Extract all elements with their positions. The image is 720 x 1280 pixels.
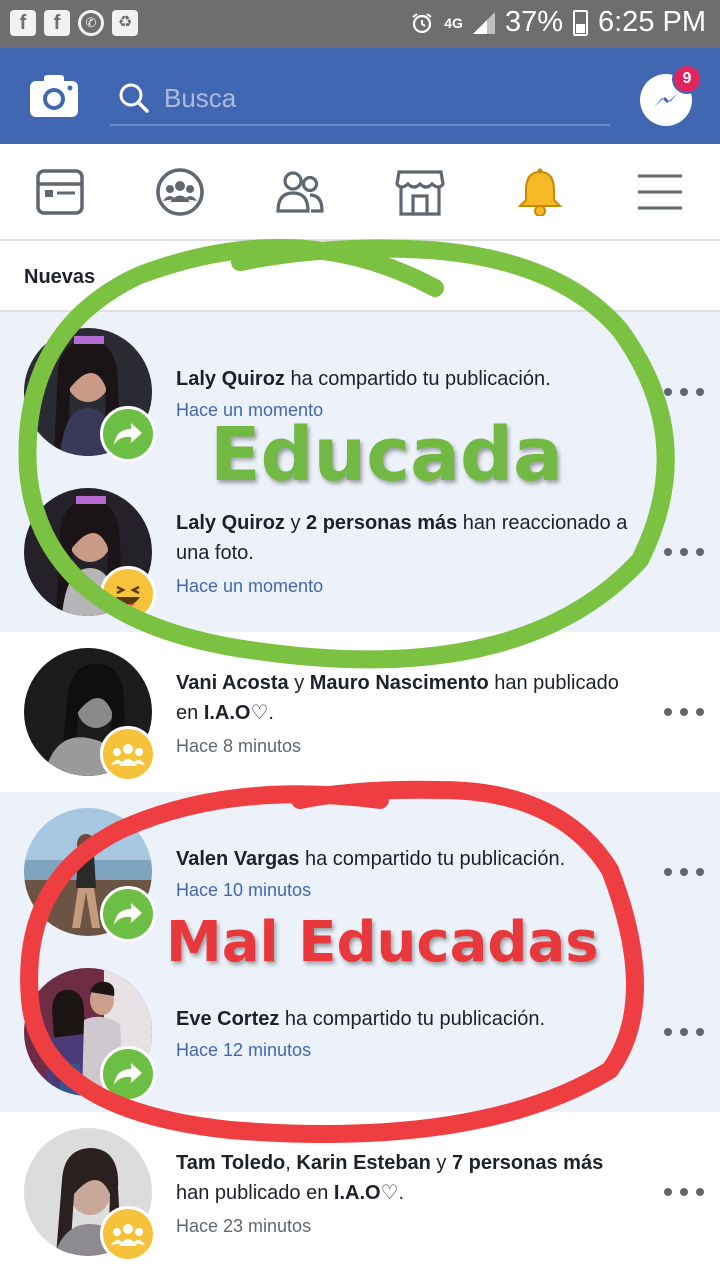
notification-time: Hace un momento	[176, 576, 324, 596]
more-options-icon[interactable]	[664, 862, 704, 882]
annotation-label-educada: Educada	[210, 412, 563, 498]
app-header: 9	[0, 48, 720, 144]
marketplace-icon	[395, 169, 445, 216]
status-bar: f f ✆ ♻ 4G 37% 6:25 PM	[0, 0, 720, 48]
notification-text: Laly Quiroz y 2 personas más han reaccio…	[176, 512, 628, 564]
notification-text: Valen Vargas ha compartido tu publicació…	[176, 848, 566, 870]
notification-text: Laly Quiroz ha compartido tu publicación…	[176, 368, 551, 390]
battery-icon	[573, 9, 588, 36]
actor-name: Valen Vargas	[176, 848, 300, 870]
search-bar[interactable]	[110, 72, 610, 126]
share-icon	[100, 1046, 156, 1102]
groups-icon	[156, 167, 204, 216]
status-system-icons: 4G 37% 6:25 PM	[410, 6, 706, 39]
group-post-icon	[100, 1206, 156, 1262]
actor-name: Vani Acosta	[176, 672, 289, 694]
recycle-icon: ♻	[112, 10, 138, 36]
tab-news-feed[interactable]	[0, 144, 120, 239]
tab-notifications[interactable]	[480, 144, 600, 239]
tab-marketplace[interactable]	[360, 144, 480, 239]
menu-icon	[638, 174, 682, 209]
facebook-icon: f	[44, 10, 70, 36]
clock: 6:25 PM	[598, 6, 706, 38]
actor-name: Tam Toledo	[176, 1152, 286, 1174]
tab-friends[interactable]	[240, 144, 360, 239]
section-title: Nuevas	[24, 266, 96, 288]
haha-reaction-icon	[100, 566, 156, 622]
actor-name: Eve Cortez	[176, 1008, 280, 1030]
main-nav	[0, 144, 720, 241]
battery-percent: 37%	[504, 6, 563, 38]
actor-name: Laly Quiroz	[176, 368, 285, 390]
actor-name: Laly Quiroz	[176, 512, 285, 534]
notification-item[interactable]: Vani Acosta y Mauro Nascimento han publi…	[0, 632, 720, 792]
more-options-icon[interactable]	[664, 702, 704, 722]
more-options-icon[interactable]	[664, 1182, 704, 1202]
notifications-bell-icon	[518, 168, 562, 216]
notification-time: Hace 8 minutos	[176, 736, 302, 756]
alarm-icon	[412, 12, 432, 33]
notification-text: Vani Acosta y Mauro Nascimento han publi…	[176, 672, 619, 724]
notification-item[interactable]: Tam Toledo, Karin Esteban y 7 personas m…	[0, 1112, 720, 1272]
notification-text: Eve Cortez ha compartido tu publicación.	[176, 1008, 546, 1030]
network-type: 4G	[444, 14, 463, 31]
notification-time: Hace 10 minutos	[176, 880, 312, 900]
more-options-icon[interactable]	[664, 382, 704, 402]
annotation-label-mal-educadas: Mal Educadas	[166, 910, 599, 975]
share-icon	[100, 886, 156, 942]
friends-icon	[276, 170, 324, 213]
tab-groups[interactable]	[120, 144, 240, 239]
more-options-icon[interactable]	[664, 542, 704, 562]
signal-icon	[472, 11, 495, 34]
group-post-icon	[100, 726, 156, 782]
camera-icon[interactable]	[30, 73, 78, 117]
notification-item[interactable]: Eve Cortez ha compartido tu publicación.…	[0, 952, 720, 1112]
news-feed-icon	[36, 168, 84, 215]
notification-time: Hace 23 minutos	[176, 1216, 312, 1236]
notification-time: Hace 12 minutos	[176, 1040, 312, 1060]
tab-menu[interactable]	[600, 144, 720, 239]
more-options-icon[interactable]	[664, 1022, 704, 1042]
messenger-badge: 9	[672, 64, 702, 94]
search-icon	[119, 83, 149, 113]
facebook-icon: f	[10, 10, 36, 36]
status-notification-icons: f f ✆ ♻	[10, 10, 138, 36]
notification-text: Tam Toledo, Karin Esteban y 7 personas m…	[176, 1152, 604, 1204]
share-icon	[100, 406, 156, 462]
whatsapp-icon: ✆	[78, 10, 104, 36]
search-input[interactable]	[164, 78, 584, 118]
